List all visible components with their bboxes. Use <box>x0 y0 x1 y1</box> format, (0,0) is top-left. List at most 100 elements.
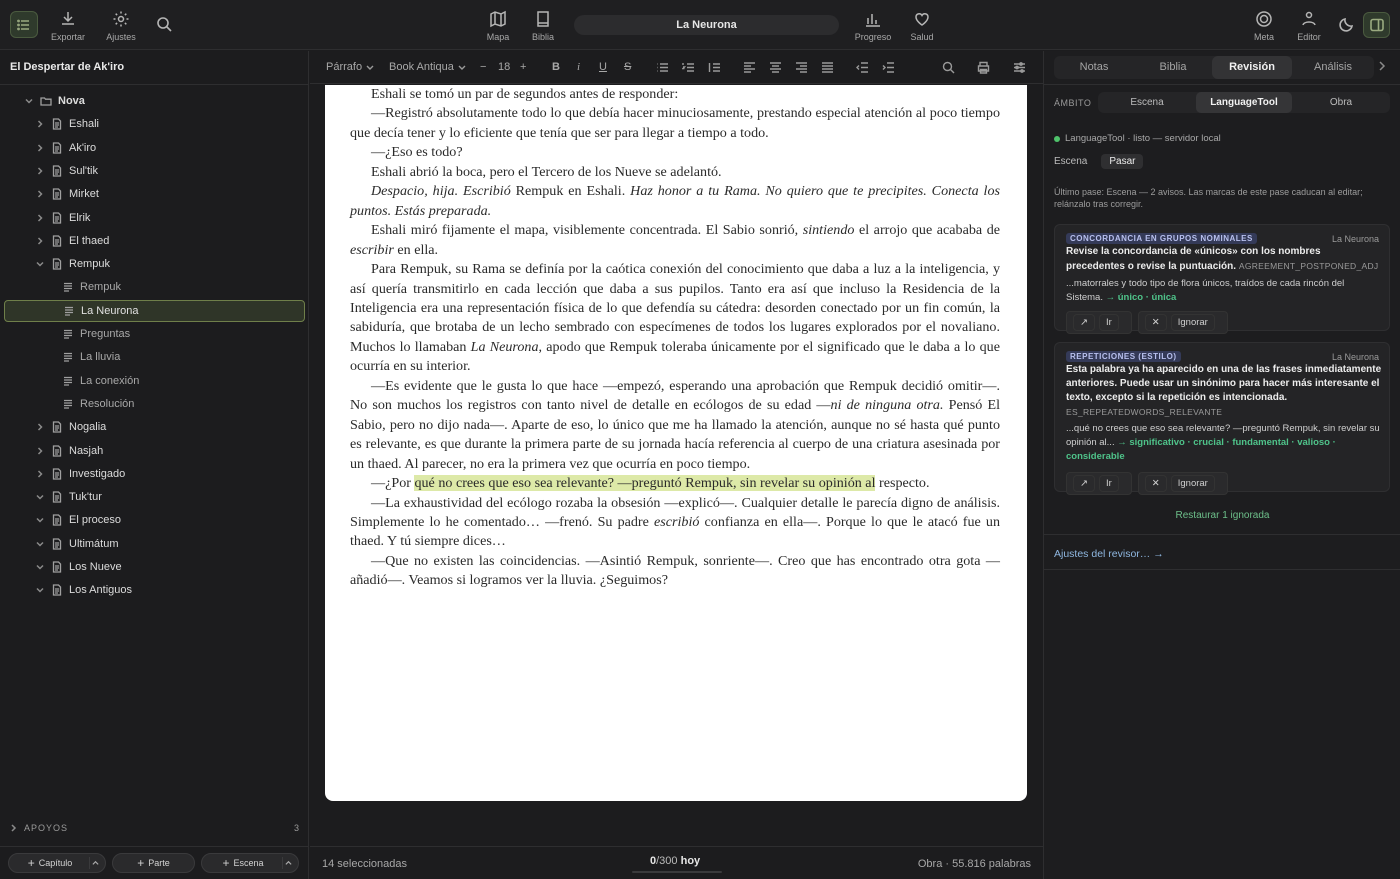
scope-languagetool[interactable]: LanguageTool <box>1196 92 1292 113</box>
chevron-up-icon[interactable] <box>282 857 294 869</box>
goal-button[interactable]: Meta <box>1239 10 1289 42</box>
add-scene-button[interactable]: + Escena <box>201 853 299 873</box>
font-size-value[interactable]: 18 <box>498 61 510 73</box>
reviewer-settings-link[interactable]: Ajustes del revisor… → <box>1054 548 1164 560</box>
font-size-decrease[interactable]: − <box>480 61 486 73</box>
chevron-right-icon[interactable] <box>35 166 45 176</box>
settings-button[interactable]: Ajustes <box>96 10 146 42</box>
sidebar-toggle-button[interactable] <box>10 11 38 38</box>
manuscript-text[interactable]: Eshali se tomó un par de segundos antes … <box>350 85 1000 591</box>
map-button[interactable]: Mapa <box>473 10 523 42</box>
binder-chapter-item[interactable]: Ultimátum <box>0 534 309 554</box>
bible-button[interactable]: Biblia <box>518 10 568 42</box>
binder-chapter-item[interactable]: El thaed <box>0 231 309 251</box>
document-title[interactable]: La Neurona <box>574 15 839 35</box>
numbered-list-button[interactable] <box>682 61 695 74</box>
export-button[interactable]: Exportar <box>43 10 93 42</box>
chevron-right-icon[interactable] <box>35 143 45 153</box>
chevron-down-icon[interactable] <box>24 96 34 106</box>
font-family-select[interactable]: Book Antiqua <box>389 61 466 73</box>
binder-chapter-item[interactable]: Eshali <box>0 114 309 134</box>
paragraph[interactable]: —Es evidente que le gusta lo que hace —e… <box>350 377 1000 474</box>
format-options-button[interactable] <box>1013 61 1026 74</box>
paragraph[interactable]: Despacio, hija. Escribió Rempuk en Eshal… <box>350 182 1000 221</box>
paragraph[interactable]: Eshali miró fijamente el mapa, visibleme… <box>350 221 1000 260</box>
paragraph[interactable]: —¿Por qué no crees que eso sea relevante… <box>350 474 1000 493</box>
issue-suggestions[interactable]: → único · única <box>1106 292 1177 303</box>
ignore-button[interactable]: ✕ Ignorar <box>1137 311 1228 334</box>
outdent-button[interactable] <box>856 61 869 74</box>
editor-button[interactable]: Editor <box>1284 10 1334 42</box>
binder-chapter-item[interactable]: Mirket <box>0 184 309 204</box>
restore-ignored-link[interactable]: Restaurar 1 ignorada <box>1044 510 1400 521</box>
chevron-down-icon[interactable] <box>35 585 45 595</box>
paragraph-style-select[interactable]: Párrafo <box>326 61 374 73</box>
chevron-right-icon[interactable] <box>35 119 45 129</box>
blockquote-button[interactable] <box>708 61 721 74</box>
binder-folder-item[interactable]: Nova <box>0 91 309 111</box>
chevron-right-icon[interactable] <box>35 446 45 456</box>
go-button[interactable]: ↗ Ir <box>1066 472 1132 495</box>
chevron-up-icon[interactable] <box>89 857 101 869</box>
grammar-highlight[interactable]: qué no crees que eso sea relevante? —pre… <box>414 475 876 492</box>
paragraph[interactable]: —La exhaustividad del ecólogo rozaba la … <box>350 494 1000 552</box>
font-size-increase[interactable]: + <box>520 61 526 73</box>
add-part-button[interactable]: + Parte <box>112 853 195 873</box>
binder-chapter-item[interactable]: Nogalia <box>0 417 309 437</box>
paragraph[interactable]: —¿Eso es todo? <box>350 143 1000 162</box>
binder-chapter-item[interactable]: El proceso <box>0 510 309 530</box>
align-center-button[interactable] <box>769 61 782 74</box>
binder-chapter-item[interactable]: Rempuk <box>0 254 309 274</box>
binder-scene-item[interactable]: La Neurona <box>4 299 305 322</box>
pass-run-button[interactable]: Pasar <box>1101 154 1144 169</box>
paragraph[interactable]: —Que no existen las coincidencias. —Asin… <box>350 552 1000 591</box>
ignore-button[interactable]: ✕ Ignorar <box>1137 472 1228 495</box>
align-justify-button[interactable] <box>821 61 834 74</box>
binder-scene-item[interactable]: Preguntas <box>0 324 309 344</box>
binder-chapter-item[interactable]: Tuk'tur <box>0 487 309 507</box>
chevron-right-icon[interactable] <box>35 469 45 479</box>
chevron-right-icon[interactable] <box>35 422 45 432</box>
binder-chapter-item[interactable]: Nasjah <box>0 441 309 461</box>
underline-button[interactable]: U <box>599 61 607 73</box>
add-chapter-button[interactable]: + Capítulo <box>8 853 106 873</box>
tab-notas[interactable]: Notas <box>1054 56 1134 79</box>
search-button[interactable] <box>156 16 174 34</box>
manuscript-page[interactable]: Eshali se tomó un par de segundos antes … <box>325 85 1027 801</box>
italic-button[interactable]: i <box>577 61 580 73</box>
chevron-right-icon[interactable] <box>1377 61 1387 71</box>
chevron-down-icon[interactable] <box>35 539 45 549</box>
chevron-right-icon[interactable] <box>35 213 45 223</box>
scope-obra[interactable]: Obra <box>1292 92 1390 113</box>
binder-chapter-item[interactable]: Los Antiguos <box>0 580 309 600</box>
align-left-button[interactable] <box>743 61 756 74</box>
align-right-button[interactable] <box>795 61 808 74</box>
print-button[interactable] <box>977 61 990 74</box>
binder-chapter-item[interactable]: Sul'tik <box>0 161 309 181</box>
binder-chapter-item[interactable]: Ak'iro <box>0 138 309 158</box>
paragraph[interactable]: —Registró absolutamente todo lo que debí… <box>350 104 1000 143</box>
health-button[interactable]: Salud <box>897 10 947 42</box>
paragraph[interactable]: Para Rempuk, su Rama se definía por la c… <box>350 260 1000 377</box>
indent-button[interactable] <box>882 61 895 74</box>
chevron-down-icon[interactable] <box>35 515 45 525</box>
chevron-right-icon[interactable] <box>35 189 45 199</box>
dark-mode-toggle[interactable] <box>1339 16 1357 34</box>
paragraph[interactable]: Eshali se tomó un par de segundos antes … <box>350 85 1000 104</box>
find-button[interactable] <box>942 61 955 74</box>
binder-chapter-item[interactable]: Elrik <box>0 208 309 228</box>
bullet-list-button[interactable] <box>656 61 669 74</box>
strikethrough-button[interactable]: S <box>624 61 631 73</box>
apoyos-section[interactable]: APOYOS 3 <box>10 823 300 833</box>
binder-chapter-item[interactable]: Investigado <box>0 464 309 484</box>
chevron-down-icon[interactable] <box>35 562 45 572</box>
binder-scene-item[interactable]: La conexión <box>0 371 309 391</box>
scope-escena[interactable]: Escena <box>1098 92 1196 113</box>
chevron-down-icon[interactable] <box>35 492 45 502</box>
tab-biblia[interactable]: Biblia <box>1134 56 1212 79</box>
binder-scene-item[interactable]: Rempuk <box>0 277 309 297</box>
binder-scene-item[interactable]: Resolución <box>0 394 309 414</box>
binder-chapter-item[interactable]: Los Nueve <box>0 557 309 577</box>
paragraph[interactable]: Eshali abrió la boca, pero el Tercero de… <box>350 163 1000 182</box>
binder-scene-item[interactable]: La lluvia <box>0 347 309 367</box>
